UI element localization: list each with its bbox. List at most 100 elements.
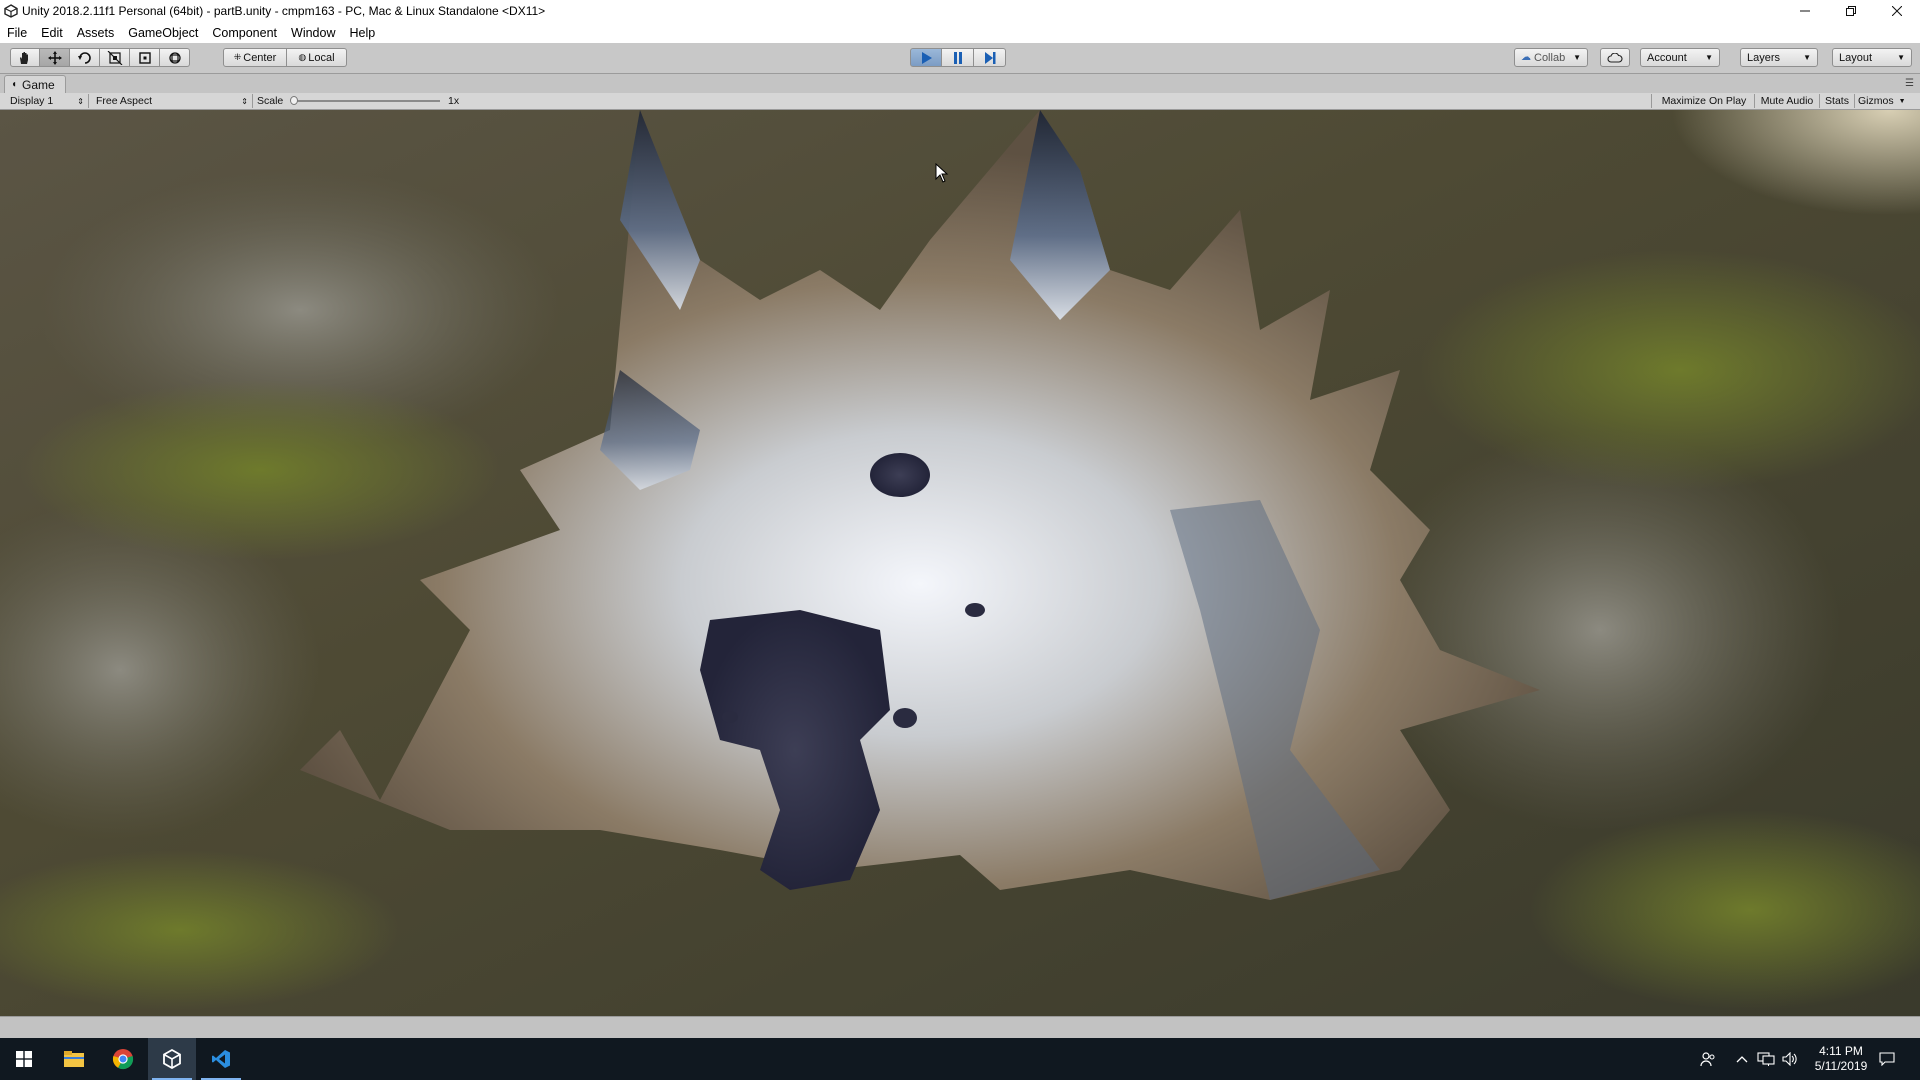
- minimize-icon: [1800, 10, 1810, 12]
- collab-dropdown[interactable]: ☁ Collab ▼: [1514, 48, 1588, 67]
- display-dropdown[interactable]: Display 1 ⇕: [4, 93, 86, 109]
- divider: [1819, 94, 1820, 108]
- game-viewport[interactable]: [0, 110, 1920, 1016]
- local-space-icon: ◍: [298, 52, 307, 62]
- transform-tools: [10, 48, 190, 67]
- taskbar-vscode[interactable]: [197, 1038, 245, 1080]
- play-icon: [922, 51, 932, 64]
- taskbar-file-explorer[interactable]: [50, 1038, 98, 1080]
- aspect-dropdown[interactable]: Free Aspect ⇕: [92, 93, 250, 109]
- minimize-button[interactable]: [1782, 0, 1828, 22]
- chevron-down-icon: ▼: [1573, 53, 1581, 62]
- chevron-down-icon: ▼: [1705, 53, 1713, 62]
- divider: [1854, 94, 1855, 108]
- game-tab-strip: ◖ Game ☰: [0, 74, 1920, 93]
- menu-gameobject[interactable]: GameObject: [121, 26, 205, 40]
- rotate-tool-button[interactable]: [70, 48, 100, 67]
- blurred-moss: [20, 380, 500, 560]
- blurred-moss: [1420, 250, 1920, 490]
- title-bar: Unity 2018.2.11f1 Personal (64bit) - par…: [0, 0, 1920, 22]
- account-dropdown[interactable]: Account ▼: [1640, 48, 1720, 67]
- start-button[interactable]: [0, 1038, 48, 1080]
- hand-tool-button[interactable]: [10, 48, 40, 67]
- notification-icon: [1879, 1052, 1895, 1066]
- move-tool-button[interactable]: [40, 48, 70, 67]
- menu-bar: File Edit Assets GameObject Component Wi…: [0, 22, 1920, 44]
- play-button[interactable]: [910, 48, 942, 67]
- volume-icon: [1782, 1052, 1797, 1066]
- people-icon: [1700, 1052, 1715, 1067]
- game-view-controls: Display 1 ⇕ Free Aspect ⇕ Scale 1x Maxim…: [0, 93, 1920, 110]
- mute-audio-toggle[interactable]: Mute Audio: [1756, 93, 1818, 109]
- tab-game[interactable]: ◖ Game: [4, 75, 66, 93]
- action-center-button[interactable]: [1872, 1038, 1902, 1080]
- mesh-hole: [870, 453, 930, 497]
- rect-tool-button[interactable]: [130, 48, 160, 67]
- layers-label: Layers: [1747, 51, 1781, 64]
- os-taskbar: 4:11 PM 5/11/2019: [0, 1038, 1920, 1080]
- pivot-icon: ⁜: [233, 52, 242, 62]
- cloud-icon: [1607, 52, 1623, 63]
- divider: [252, 94, 253, 108]
- menu-window[interactable]: Window: [284, 26, 342, 40]
- taskbar-chrome[interactable]: [99, 1038, 147, 1080]
- volume-button[interactable]: [1779, 1038, 1801, 1080]
- close-icon: [1892, 6, 1902, 16]
- pause-icon: [953, 51, 962, 64]
- chevron-down-icon: ▼: [1897, 53, 1905, 62]
- clock-time: 4:11 PM: [1819, 1044, 1863, 1058]
- network-icon: [1757, 1052, 1775, 1066]
- gizmos-label: Gizmos: [1858, 95, 1894, 107]
- people-button[interactable]: [1696, 1038, 1720, 1080]
- restore-button[interactable]: [1828, 0, 1874, 22]
- window-title: Unity 2018.2.11f1 Personal (64bit) - par…: [22, 4, 546, 18]
- transform-tool-button[interactable]: [160, 48, 190, 67]
- scale-slider-thumb[interactable]: [290, 96, 298, 105]
- divider: [1651, 94, 1652, 108]
- pause-button[interactable]: [942, 48, 974, 67]
- pacman-icon: ◖: [11, 79, 18, 90]
- collab-icon: ☁: [1521, 52, 1531, 63]
- menu-assets[interactable]: Assets: [70, 26, 122, 40]
- layers-dropdown[interactable]: Layers ▼: [1740, 48, 1818, 67]
- maximize-on-play-toggle[interactable]: Maximize On Play: [1654, 93, 1754, 109]
- mesh-hole: [722, 711, 738, 723]
- playback-controls: [910, 48, 1006, 67]
- menu-edit[interactable]: Edit: [34, 26, 70, 40]
- pivot-label: Center: [243, 51, 277, 64]
- taskbar-unity[interactable]: [148, 1038, 196, 1080]
- rotate-icon: [77, 51, 91, 64]
- vscode-icon: [212, 1050, 230, 1068]
- menu-component[interactable]: Component: [205, 26, 284, 40]
- close-button[interactable]: [1874, 0, 1920, 22]
- pivot-toggles: ⁜ Center ◍ Local: [223, 48, 347, 67]
- collab-label: Collab: [1534, 51, 1566, 64]
- system-clock[interactable]: 4:11 PM 5/11/2019: [1806, 1044, 1876, 1074]
- menu-help[interactable]: Help: [342, 26, 382, 40]
- rect-tool-icon: [138, 51, 151, 64]
- mesh-hole: [893, 708, 917, 728]
- move-icon: [47, 50, 62, 65]
- show-hidden-icons-button[interactable]: [1732, 1038, 1752, 1080]
- scale-tool-button[interactable]: [100, 48, 130, 67]
- step-button[interactable]: [974, 48, 1006, 67]
- status-bar: [0, 1016, 1920, 1039]
- pivot-local-button[interactable]: ◍ Local: [287, 48, 347, 67]
- stats-toggle[interactable]: Stats: [1821, 93, 1853, 109]
- pivot-center-button[interactable]: ⁜ Center: [223, 48, 287, 67]
- transform-icon: [168, 51, 181, 64]
- layout-dropdown[interactable]: Layout ▼: [1832, 48, 1912, 67]
- gizmos-dropdown[interactable]: Gizmos ▼: [1858, 93, 1916, 109]
- divider: [1754, 94, 1755, 108]
- scale-icon: [107, 50, 122, 65]
- cloud-button[interactable]: [1600, 48, 1630, 67]
- account-label: Account: [1647, 51, 1687, 64]
- scale-slider-track[interactable]: [294, 100, 440, 102]
- display-label: Display 1: [10, 95, 54, 107]
- panel-menu-icon[interactable]: ☰: [1905, 78, 1914, 89]
- network-button[interactable]: [1755, 1038, 1777, 1080]
- space-label: Local: [308, 51, 335, 64]
- menu-file[interactable]: File: [0, 26, 34, 40]
- rendered-scene: [0, 110, 1920, 1016]
- scale-label: Scale: [257, 95, 284, 107]
